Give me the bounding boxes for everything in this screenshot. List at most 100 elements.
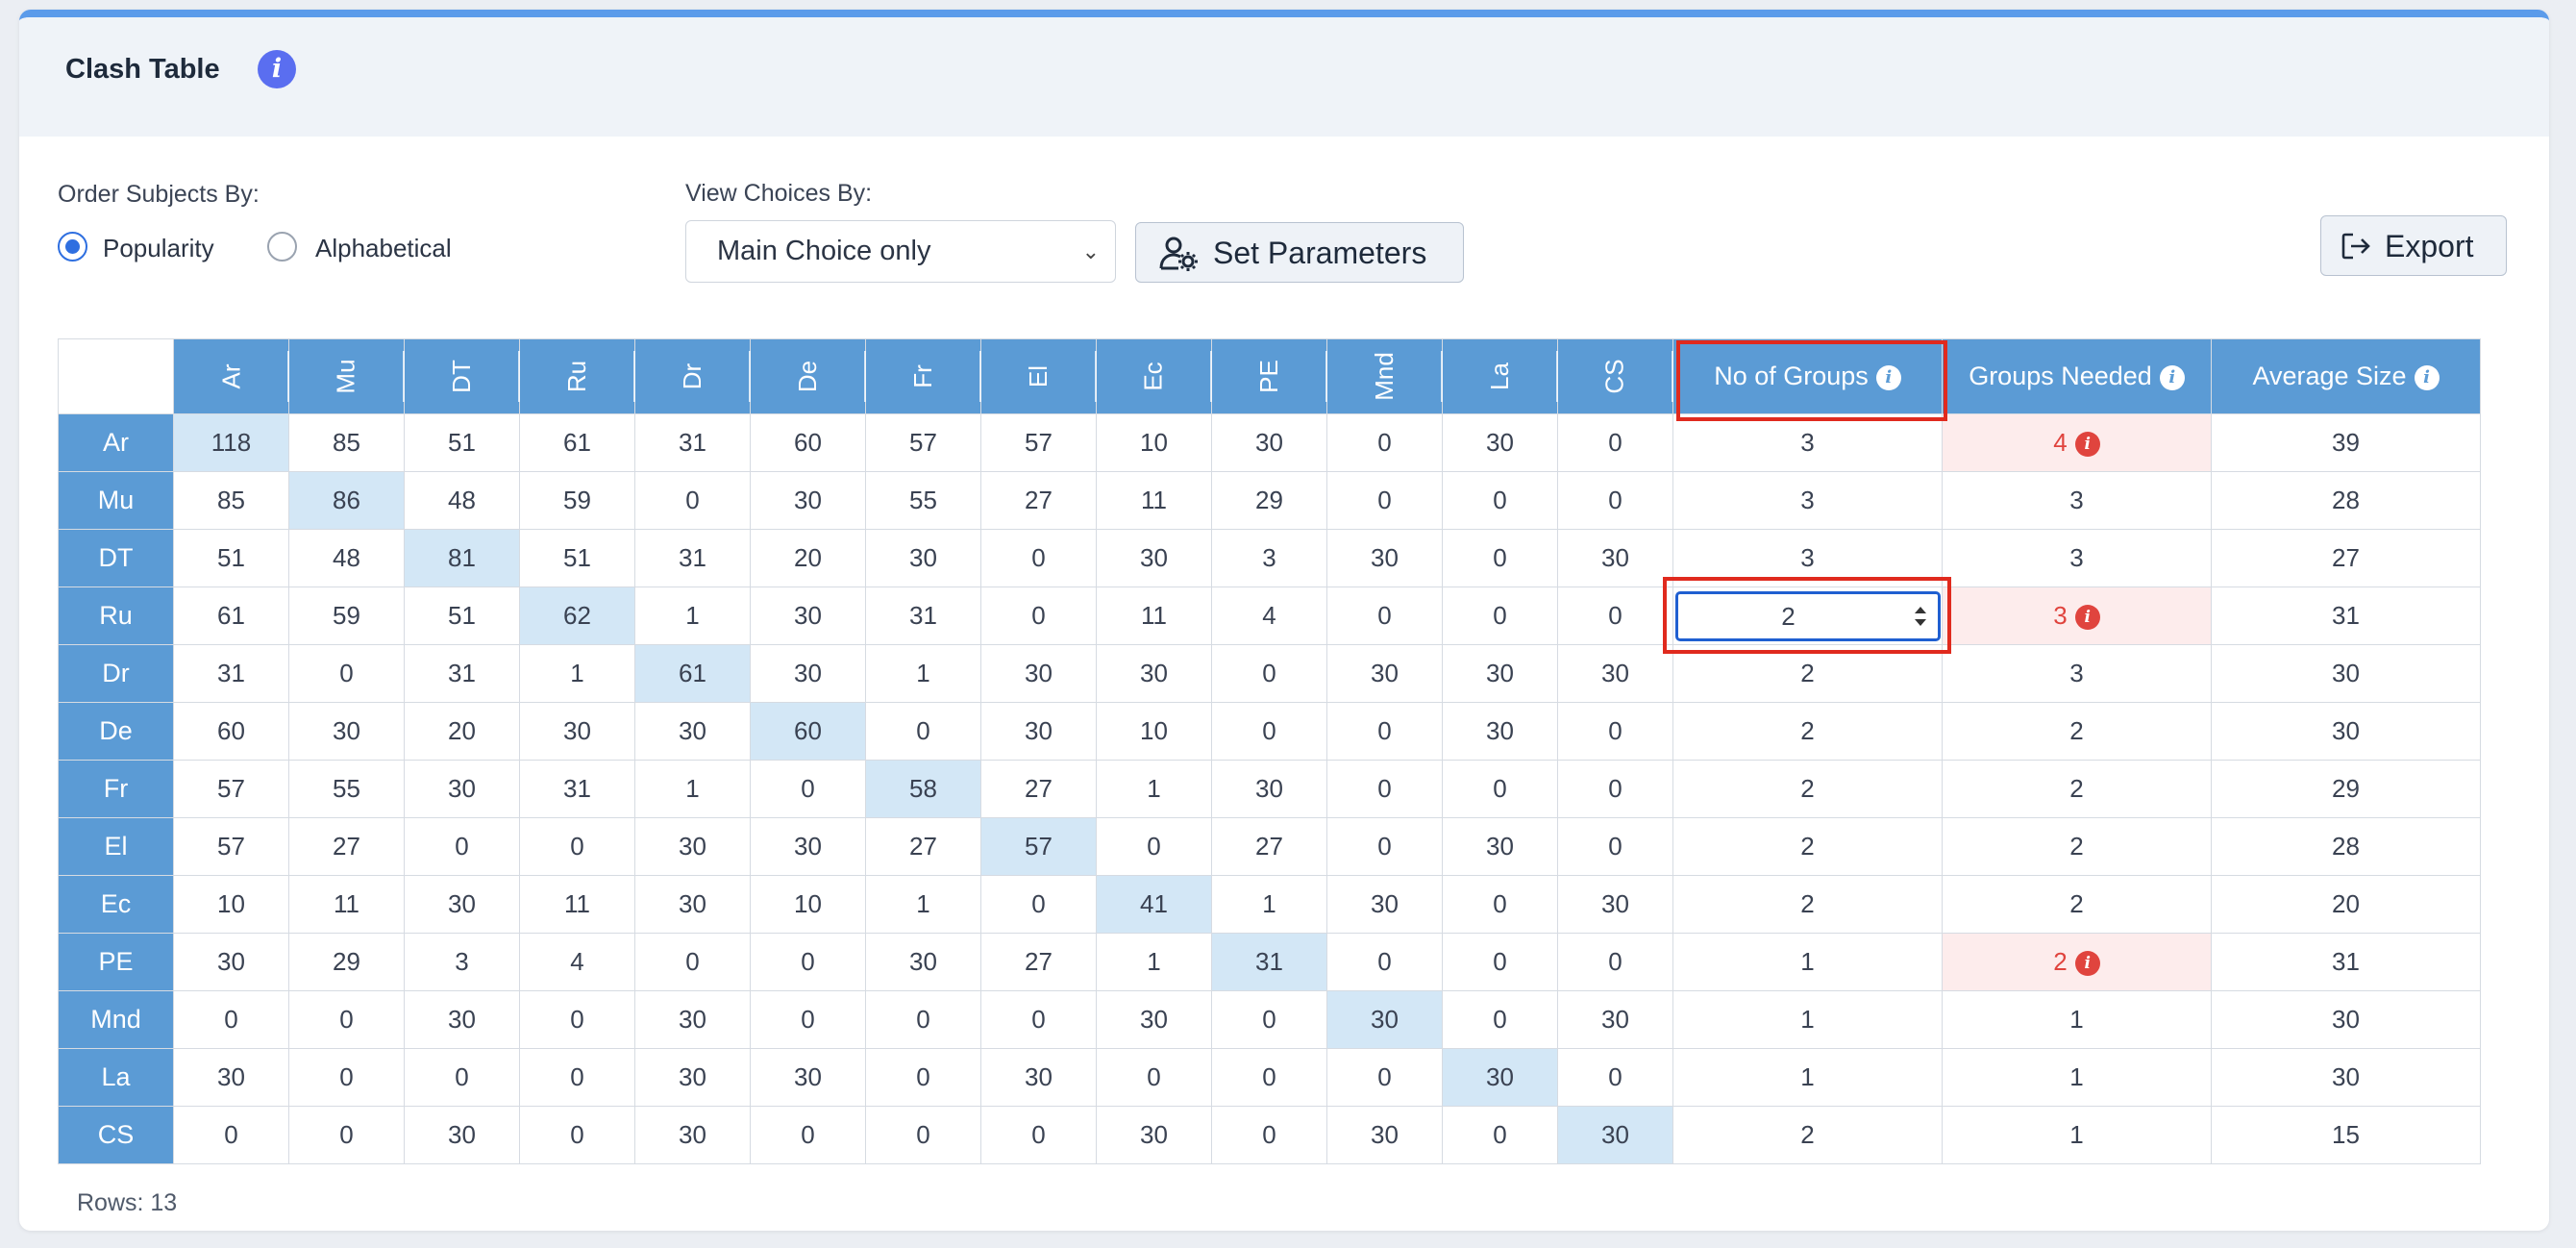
- clash-cell: 30: [404, 760, 520, 818]
- clash-cell: 59: [288, 587, 405, 645]
- row-header: El: [58, 817, 174, 876]
- column-header-mu[interactable]: Mu: [288, 338, 406, 414]
- clash-cell: 30: [1096, 644, 1212, 703]
- clash-cell: 30: [1557, 875, 1673, 934]
- set-parameters-button[interactable]: Set Parameters: [1135, 222, 1464, 283]
- clash-cell: 0: [750, 1106, 866, 1164]
- clash-cell: 30: [288, 702, 405, 761]
- clash-cell: 30: [1557, 644, 1673, 703]
- clash-cell: 0: [1442, 1106, 1558, 1164]
- column-header-label: Dr: [678, 362, 706, 390]
- row-header: Ru: [58, 587, 174, 645]
- groups-cell[interactable]: 1: [1672, 1048, 1943, 1107]
- clash-cell: 57: [173, 760, 289, 818]
- groups-cell[interactable]: 2: [1672, 644, 1943, 703]
- clash-cell: 30: [1211, 760, 1327, 818]
- radio-popularity-label[interactable]: Popularity: [103, 234, 214, 263]
- column-header-label: Ru: [562, 360, 591, 393]
- groups-cell[interactable]: 2: [1672, 702, 1943, 761]
- clash-cell: 30: [404, 875, 520, 934]
- clash-cell: 30: [750, 817, 866, 876]
- warning-info-icon[interactable]: i: [2074, 432, 2100, 457]
- groups-cell[interactable]: 2: [1672, 875, 1943, 934]
- groups-needed-value: 4: [2053, 428, 2068, 457]
- column-header-label: Mnd: [1369, 352, 1399, 401]
- groups-cell[interactable]: 1: [1672, 933, 1943, 991]
- groups-needed-cell: 4i: [1942, 413, 2212, 472]
- column-header-ru[interactable]: Ru: [519, 338, 636, 414]
- column-header-dt[interactable]: DT: [404, 338, 521, 414]
- clash-cell: 10: [1096, 702, 1212, 761]
- view-choices-select[interactable]: Main Choice only ⌄: [685, 220, 1116, 283]
- groups-cell[interactable]: 1: [1672, 990, 1943, 1049]
- warning-info-icon[interactable]: i: [2074, 951, 2100, 976]
- column-header-mnd[interactable]: Mnd: [1326, 338, 1444, 414]
- column-header-no-of-groups[interactable]: No of Groups i: [1672, 338, 1943, 414]
- column-header-groups-needed[interactable]: Groups Needed i: [1942, 338, 2212, 414]
- radio-alphabetical-label[interactable]: Alphabetical: [315, 234, 452, 263]
- groups-cell[interactable]: 2: [1672, 817, 1943, 876]
- clash-cell: 27: [980, 760, 1097, 818]
- clash-cell: 30: [980, 644, 1097, 703]
- clash-cell: 30: [1557, 1106, 1673, 1164]
- table-row: La 30 0 0 0 30 30 0 30 0 0 0 30 0 1 1 30: [58, 1048, 2481, 1107]
- set-parameters-label: Set Parameters: [1213, 236, 1427, 270]
- column-header-la[interactable]: La: [1442, 338, 1559, 414]
- clash-cell: 30: [634, 1048, 751, 1107]
- radio-popularity[interactable]: [58, 232, 87, 262]
- column-header-label: Ec: [1139, 362, 1168, 391]
- groups-input-value[interactable]: 2: [1678, 594, 1899, 638]
- groups-needed-cell: 3i: [1942, 587, 2212, 645]
- export-button[interactable]: Export: [2320, 215, 2507, 276]
- column-header-average-size[interactable]: Average Size i: [2211, 338, 2481, 414]
- radio-alphabetical[interactable]: [267, 232, 297, 262]
- groups-number-input[interactable]: 2: [1674, 590, 1941, 641]
- table-row: De 60 30 20 30 30 60 0 30 10 0 0 30 0 2 2 30: [58, 702, 2481, 761]
- table-row: PE 30 29 3 4 0 0 30 27 1 31 0 0 0 1 2 i 31: [58, 933, 2481, 991]
- clash-cell: 0: [288, 1106, 405, 1164]
- groups-cell[interactable]: 2: [1672, 587, 1943, 645]
- column-header-fr[interactable]: Fr: [865, 338, 982, 414]
- clash-cell: 48: [404, 471, 520, 530]
- average-size-info-icon[interactable]: i: [2414, 365, 2440, 390]
- groups-cell[interactable]: 3: [1672, 529, 1943, 587]
- clash-cell: 30: [634, 875, 751, 934]
- clash-cell: 30: [1326, 990, 1443, 1049]
- column-header-dr[interactable]: Dr: [634, 338, 752, 414]
- info-icon[interactable]: i: [258, 50, 296, 88]
- column-header-ec[interactable]: Ec: [1096, 338, 1213, 414]
- warning-info-icon[interactable]: i: [2074, 605, 2100, 630]
- clash-cell: 11: [1096, 471, 1212, 530]
- column-header-cs[interactable]: CS: [1557, 338, 1674, 414]
- no-of-groups-info-icon[interactable]: i: [1875, 365, 1901, 390]
- clash-cell: 30: [980, 1048, 1097, 1107]
- column-header-pe[interactable]: PE: [1211, 338, 1328, 414]
- clash-cell: 0: [519, 1106, 635, 1164]
- groups-cell[interactable]: 3: [1672, 471, 1943, 530]
- clash-cell: 30: [634, 1106, 751, 1164]
- clash-cell: 57: [865, 413, 981, 472]
- groups-cell[interactable]: 3: [1672, 413, 1943, 472]
- clash-cell: 0: [1211, 1048, 1327, 1107]
- clash-cell: 0: [1096, 1048, 1212, 1107]
- clash-cell: 30: [1442, 1048, 1558, 1107]
- groups-needed-info-icon[interactable]: i: [2159, 365, 2185, 390]
- spinner-arrows-icon[interactable]: [1913, 604, 1928, 629]
- column-header-el[interactable]: El: [980, 338, 1098, 414]
- table-row: El 57 27 0 0 30 30 27 57 0 27 0 30 0 2 2 28: [58, 817, 2481, 876]
- column-header-de[interactable]: De: [750, 338, 867, 414]
- no-of-groups-label: No of Groups: [1714, 362, 1869, 390]
- page-title: Clash Table: [65, 54, 220, 85]
- clash-cell: 57: [173, 817, 289, 876]
- groups-cell[interactable]: 2: [1672, 1106, 1943, 1164]
- table-row: DT 51 48 81 51 31 20 30 0 30 3 30 0 30 3 3 27: [58, 529, 2481, 587]
- column-header-ar[interactable]: Ar: [173, 338, 290, 414]
- groups-needed-cell: 2: [1942, 760, 2212, 818]
- clash-cell: 0: [1442, 990, 1558, 1049]
- table-row: Mnd 0 0 30 0 30 0 0 0 30 0 30 0 30 1 1 30: [58, 990, 2481, 1049]
- clash-cell: 31: [519, 760, 635, 818]
- groups-needed-cell: 3: [1942, 471, 2212, 530]
- groups-cell[interactable]: 2: [1672, 760, 1943, 818]
- groups-needed-cell: 2: [1942, 702, 2212, 761]
- clash-cell: 0: [980, 529, 1097, 587]
